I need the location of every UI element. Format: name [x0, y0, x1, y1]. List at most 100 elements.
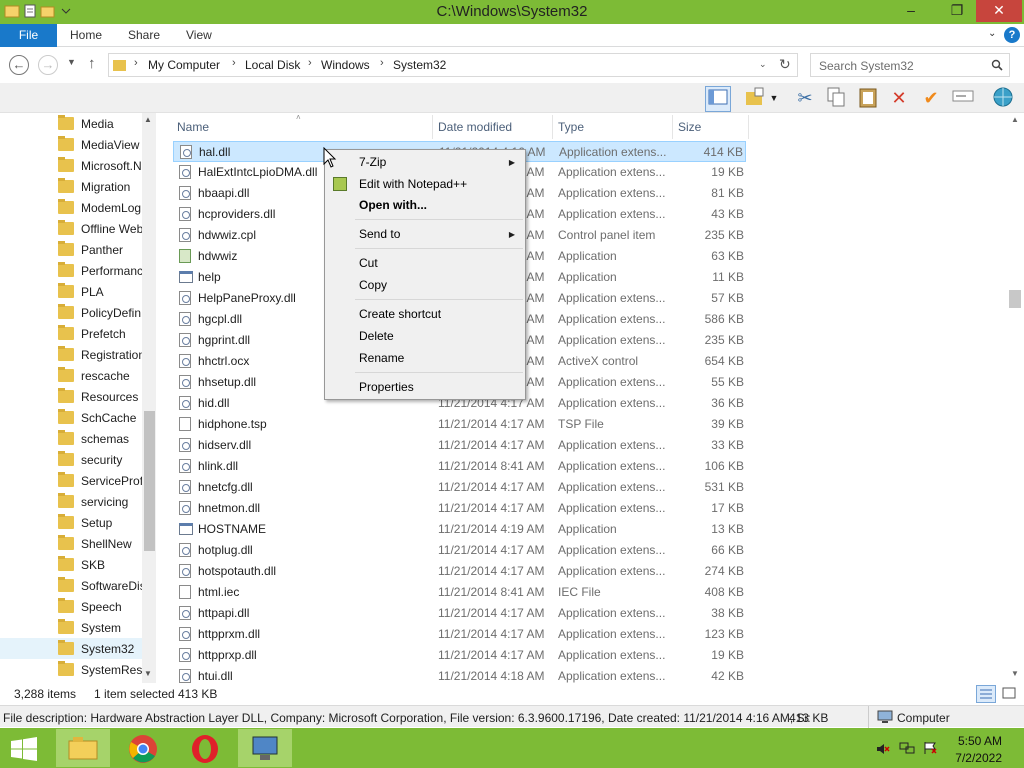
file-row[interactable]: hotplug.dll 11/21/2014 4:17 AM Application… — [173, 540, 746, 561]
folder-options-icon[interactable] — [742, 86, 768, 112]
nav-scroll-thumb[interactable] — [144, 411, 155, 551]
sidebar-item[interactable]: Speech — [58, 597, 142, 618]
sidebar-item[interactable]: ModemLog — [58, 198, 142, 219]
volume-muted-icon[interactable] — [876, 742, 890, 756]
tab-home[interactable]: Home — [70, 28, 102, 42]
search-input[interactable]: Search System32 — [810, 53, 1010, 77]
forward-button[interactable]: → — [38, 55, 58, 75]
help-icon[interactable]: ? — [1004, 27, 1020, 43]
delete-icon[interactable]: ✕ — [886, 86, 912, 112]
menu-item-send-to[interactable]: Send to — [359, 227, 400, 241]
minimize-button[interactable]: – — [896, 0, 926, 22]
sidebar-item[interactable]: Microsoft.N — [58, 156, 142, 177]
file-row[interactable]: httpapi.dll 11/21/2014 4:17 AM Application… — [173, 603, 746, 624]
sidebar-item[interactable]: schemas — [58, 429, 142, 450]
action-center-flag-icon[interactable] — [922, 741, 938, 755]
search-icon[interactable] — [991, 59, 1003, 71]
taskbar-chrome[interactable] — [116, 729, 170, 767]
scroll-up-icon[interactable]: ▲ — [1011, 115, 1019, 124]
column-type[interactable]: Type — [558, 120, 584, 134]
file-row[interactable]: httpprxp.dll 11/21/2014 4:17 AM Applicatio… — [173, 645, 746, 666]
file-row[interactable]: hotspotauth.dll 11/21/2014 4:17 AM Applica… — [173, 561, 746, 582]
tab-file[interactable]: File — [0, 24, 57, 47]
sidebar-item[interactable]: Panther — [58, 240, 142, 261]
file-row[interactable]: httpprxm.dll 11/21/2014 4:17 AM Applicatio… — [173, 624, 746, 645]
restore-button[interactable]: ❐ — [942, 0, 972, 22]
file-row[interactable]: hnetmon.dll 11/21/2014 4:17 AM Application… — [173, 498, 746, 519]
sidebar-item[interactable]: Migration — [58, 177, 142, 198]
tab-view[interactable]: View — [186, 28, 212, 42]
recent-locations-chevron-icon[interactable]: ▼ — [67, 57, 76, 67]
menu-item-delete[interactable]: Delete — [359, 329, 394, 343]
breadcrumb-separator-icon[interactable]: › — [232, 57, 236, 69]
column-divider[interactable] — [432, 115, 433, 139]
sidebar-item[interactable]: security — [58, 450, 142, 471]
clock-date[interactable]: 7/2/2022 — [955, 751, 1002, 765]
file-row[interactable]: hnetcfg.dll 11/21/2014 4:17 AM Application… — [173, 477, 746, 498]
sidebar-item[interactable]: Performanc — [58, 261, 142, 282]
up-button[interactable]: ↑ — [88, 55, 96, 72]
menu-item-copy[interactable]: Copy — [359, 278, 387, 292]
nav-scrollbar[interactable]: ▲ ▼ — [142, 113, 156, 683]
taskbar-opera[interactable] — [178, 729, 232, 767]
sidebar-item[interactable]: Registration — [58, 345, 142, 366]
breadcrumb-separator-icon[interactable]: › — [380, 57, 384, 69]
column-date-modified[interactable]: Date modified — [438, 120, 512, 134]
menu-item-open-with[interactable]: Open with... — [359, 198, 427, 212]
sidebar-item[interactable]: PLA — [58, 282, 142, 303]
file-row[interactable]: html.iec 11/21/2014 8:41 AM IEC File 408 KB — [173, 582, 746, 603]
breadcrumb-windows[interactable]: Windows — [321, 58, 370, 72]
sidebar-item[interactable]: Offline Web — [58, 219, 142, 240]
sidebar-item[interactable]: ServiceProf — [58, 471, 142, 492]
address-dropdown-icon[interactable]: ⌄ — [759, 59, 767, 70]
column-size[interactable]: Size — [678, 120, 701, 134]
copy-icon[interactable] — [823, 86, 849, 112]
globe-icon[interactable] — [990, 86, 1016, 112]
sidebar-item[interactable]: Media — [58, 114, 142, 135]
file-row[interactable]: hidserv.dll 11/21/2014 4:17 AM Application… — [173, 435, 746, 456]
large-icons-view-icon[interactable] — [1000, 685, 1018, 703]
menu-item-edit-with-notepad[interactable]: Edit with Notepad++ — [359, 177, 467, 191]
menu-item-cut[interactable]: Cut — [359, 256, 378, 270]
sidebar-item[interactable]: SystemReso — [58, 660, 142, 681]
file-row[interactable]: htui.dll 11/21/2014 4:18 AM Application ex… — [173, 666, 746, 683]
preview-pane-icon[interactable] — [705, 86, 731, 112]
scroll-down-icon[interactable]: ▼ — [1011, 669, 1019, 678]
folder-options-chevron-icon[interactable]: ▼ — [768, 86, 780, 112]
breadcrumb-my-computer[interactable]: My Computer — [148, 58, 220, 72]
sidebar-item[interactable]: SchCache — [58, 408, 142, 429]
sidebar-item[interactable]: SKB — [58, 555, 142, 576]
paste-icon[interactable] — [855, 86, 881, 112]
refresh-icon[interactable]: ↻ — [779, 56, 791, 73]
rename-icon[interactable] — [950, 86, 976, 112]
back-button[interactable]: ← — [9, 55, 29, 75]
taskbar-file-explorer[interactable] — [56, 729, 110, 767]
file-list-scrollbar[interactable]: ▲ ▼ — [1006, 113, 1024, 683]
sidebar-item[interactable]: Resources — [58, 387, 142, 408]
sidebar-item[interactable]: ShellNew — [58, 534, 142, 555]
column-name[interactable]: Name — [177, 120, 209, 134]
breadcrumb-local-disk[interactable]: Local Disk — [245, 58, 300, 72]
taskbar-app[interactable] — [238, 729, 292, 767]
breadcrumb-separator-icon[interactable]: › — [308, 57, 312, 69]
tab-share[interactable]: Share — [128, 28, 160, 42]
sidebar-item[interactable]: SoftwareDis — [58, 576, 142, 597]
clock-time[interactable]: 5:50 AM — [958, 734, 1002, 748]
sidebar-item[interactable]: Prefetch — [58, 324, 142, 345]
cut-icon[interactable]: ✂ — [792, 86, 818, 112]
sidebar-item[interactable]: PolicyDefin — [58, 303, 142, 324]
check-icon[interactable]: ✔ — [918, 86, 944, 112]
address-bar[interactable]: › My Computer › Local Disk › Windows › S… — [108, 53, 798, 77]
menu-item-7zip[interactable]: 7-Zip — [359, 155, 386, 169]
close-button[interactable]: ✕ — [976, 0, 1022, 22]
sidebar-item[interactable]: System32 — [58, 639, 142, 660]
sidebar-item[interactable]: System — [58, 618, 142, 639]
column-divider[interactable] — [672, 115, 673, 139]
menu-item-properties[interactable]: Properties — [359, 380, 414, 394]
menu-item-create-shortcut[interactable]: Create shortcut — [359, 307, 441, 321]
details-view-icon[interactable] — [976, 685, 996, 703]
column-divider[interactable] — [748, 115, 749, 139]
sidebar-item[interactable]: rescache — [58, 366, 142, 387]
column-divider[interactable] — [552, 115, 553, 139]
breadcrumb-system32[interactable]: System32 — [393, 58, 446, 72]
